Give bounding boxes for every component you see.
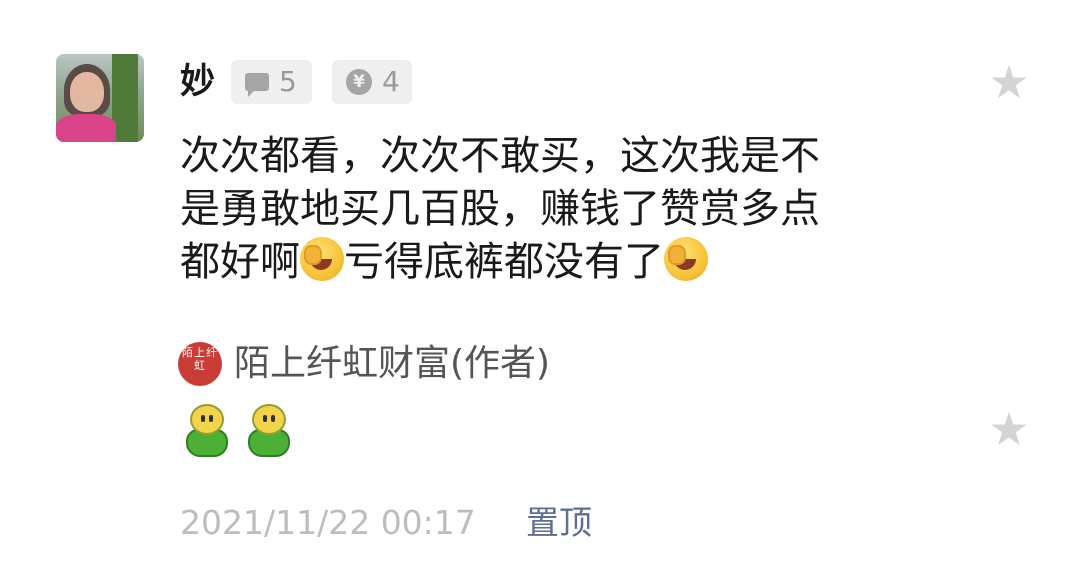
star-icon[interactable]: ★ [985,58,1033,106]
comment-bubble-icon [245,73,269,97]
comment-line-1: 次次都看，次次不敢买，这次我是不 [180,133,820,179]
avatar-face [70,72,104,112]
reply-count-badge[interactable]: 5 [231,60,312,104]
pin-to-top-link[interactable]: 置顶 [526,500,592,546]
green-smiley-icon [180,404,230,457]
author-avatar-text: 陌上纤虹 [182,346,218,372]
laughing-tears-emoji-icon [664,237,708,281]
comment-timestamp: 2021/11/22 00:17 [180,503,476,542]
commenter-avatar[interactable] [56,54,144,142]
reward-count-badge[interactable]: ¥ 4 [332,60,412,104]
comment-text: 次次都看，次次不敢买，这次我是不 是勇敢地买几百股，赚钱了赞赏多点 都好啊 亏得底… [180,130,920,289]
comment-line-3b: 亏得底裤都没有了 [344,239,664,285]
star-icon[interactable]: ★ [985,405,1033,453]
reward-count: 4 [382,65,400,98]
avatar-shirt [56,114,116,142]
reply-content [180,404,292,457]
reply-count: 5 [279,65,297,98]
laughing-tears-emoji-icon [300,237,344,281]
comment-line-3a: 都好啊 [180,239,300,285]
comment-line-2: 是勇敢地买几百股，赚钱了赞赏多点 [180,186,820,232]
green-smiley-icon [242,404,292,457]
commenter-name[interactable]: 妙 [180,57,215,107]
reply-author-name: 陌上纤虹财富(作者) [234,343,551,384]
yen-coin-icon: ¥ [346,69,372,95]
author-avatar: 陌上纤虹 [178,342,222,386]
